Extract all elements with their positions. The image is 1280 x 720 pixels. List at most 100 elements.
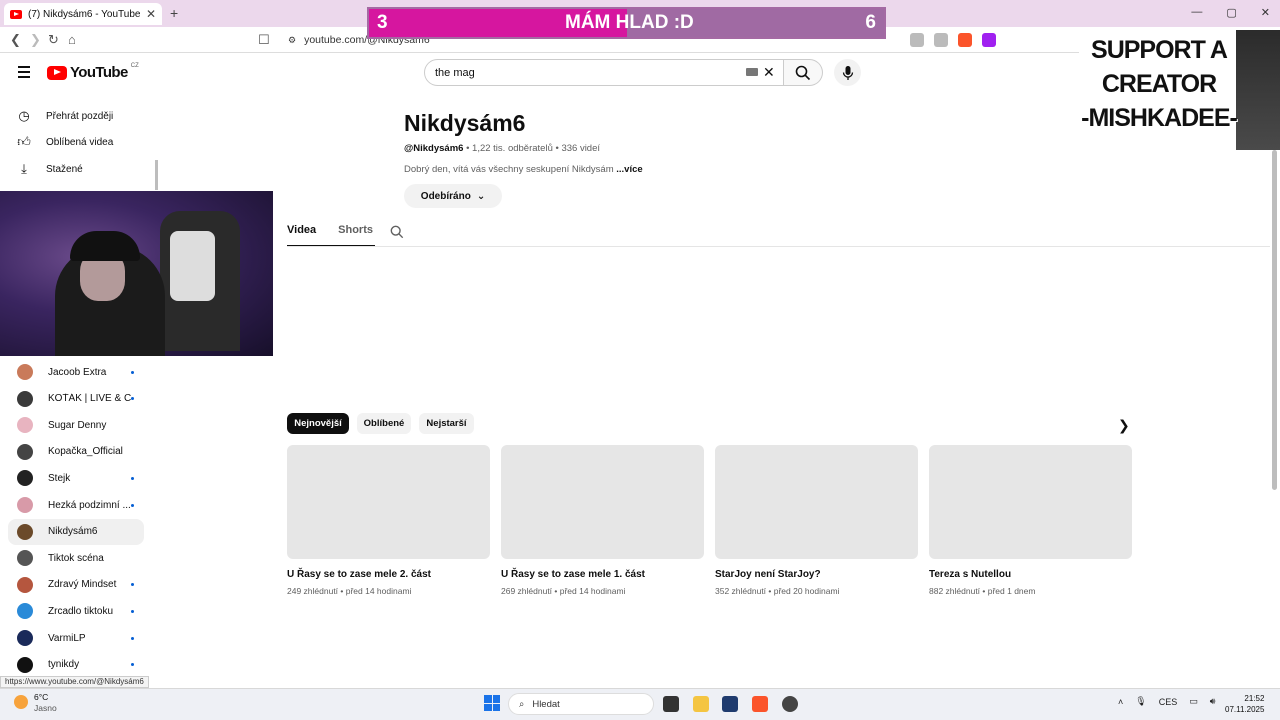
chip-popular[interactable]: Oblíbené [357,413,411,434]
avatar [17,417,33,434]
channel-search-icon[interactable] [390,225,404,244]
avatar [17,364,33,380]
sidebar-subscription-item[interactable]: VarmiLP [8,625,144,651]
chevron-right-icon[interactable]: ❯ [1118,417,1130,434]
video-thumbnail[interactable] [715,445,918,559]
subscription-label: VarmiLP [48,632,86,644]
subscription-label: Nikdysám6 [48,526,98,538]
taskbar-clock[interactable]: 21:52 07.11.2025 [1225,693,1264,715]
channel-meta: @Nikdysám6 • 1,22 tis. odběratelů • 336 … [404,143,600,154]
video-title[interactable]: Tereza s Nutellou [929,569,1132,580]
sidebar-subscription-item[interactable]: Tiktok scéna [8,545,144,571]
back-icon[interactable]: ❮ [10,32,21,48]
channel-handle: @Nikdysám6 [404,143,464,154]
sidebar-subscription-item[interactable]: Nikdysám6 [8,518,144,545]
obs-icon[interactable] [782,696,798,712]
maximize-button[interactable]: ▢ [1226,6,1236,19]
windows-start-icon[interactable] [484,695,500,711]
reload-icon[interactable]: ↻ [48,32,59,48]
video-thumbnail[interactable] [287,445,490,559]
video-meta: 249 zhlédnutí • před 14 hodinami [287,586,412,596]
app-icon[interactable] [722,696,738,712]
chip-oldest[interactable]: Nejstarší [419,413,474,434]
video-card[interactable]: StarJoy není StarJoy? 352 zhlédnutí • př… [715,445,918,596]
new-content-dot [131,370,134,374]
brave-shield-icon[interactable] [958,33,972,47]
cast-icon[interactable] [910,33,924,47]
language-indicator[interactable]: CES [1159,697,1178,707]
new-content-dot [131,609,134,613]
video-thumbnail[interactable] [501,445,704,559]
sidebar-scrollbar[interactable] [155,160,158,190]
brave-browser-icon[interactable] [752,696,768,712]
keyboard-icon[interactable] [746,68,758,76]
tabs-divider [287,246,1270,247]
goal-text: MÁM HLAD :D [565,12,694,33]
sidebar-subscription-item[interactable]: Stejk [8,465,144,491]
youtube-logo[interactable]: YouTube CZ [47,63,139,81]
video-title[interactable]: U Řasy se to zase mele 1. část [501,569,704,580]
logo-text: YouTube [70,64,128,81]
tab-close-icon[interactable]: ✕ [146,7,156,21]
sidebar-subscription-item[interactable]: Hezká podzimní ... [8,492,144,518]
status-bar-url: https://www.youtube.com/@Nikdysám6 [0,676,149,688]
video-title[interactable]: StarJoy není StarJoy? [715,569,918,580]
taskbar-search[interactable]: ⌕ Hledat [508,693,654,715]
file-explorer-icon[interactable] [693,696,709,712]
video-card[interactable]: Tereza s Nutellou 882 zhlédnutí • před 1… [929,445,1132,596]
chip-newest[interactable]: Nejnovější [287,413,349,434]
goal-current: 3 [377,12,388,33]
close-icon[interactable]: ✕ [763,64,775,81]
home-icon[interactable]: ⌂ [68,32,76,47]
video-thumbnail[interactable] [929,445,1132,559]
search-input[interactable]: the mag [424,59,784,86]
weather-widget[interactable]: 6°C Jasno [14,692,57,714]
description-text: Dobrý den, vítá vás všechny seskupení Ni… [404,164,617,175]
voice-search-button[interactable] [834,59,861,86]
search-button[interactable] [784,59,823,86]
sidebar-subscription-item[interactable]: tynikdy [8,652,144,678]
channel-description[interactable]: Dobrý den, vítá vás všechny seskupení Ni… [404,164,643,175]
video-card[interactable]: U Řasy se to zase mele 2. část 249 zhléd… [287,445,490,596]
browser-tab[interactable]: (7) Nikdysám6 - YouTube ✕ [4,3,162,25]
sidebar-subscription-item[interactable]: Sugar Denny [8,412,144,438]
more-link[interactable]: ...více [616,164,642,175]
sidebar-item-downloads[interactable]: ⤓ Stažené [0,156,150,182]
mic-icon [842,65,853,80]
gaming-chair-panel [170,231,215,301]
sidebar-item-watch-later[interactable]: ◷ Přehrát později [0,103,150,129]
mic-icon[interactable]: 🎙︎ [1135,696,1146,707]
bookmark-icon[interactable]: ☐ [258,32,270,48]
tab-shorts[interactable]: Shorts [338,224,373,246]
share-icon[interactable] [934,33,948,47]
page-scrollbar[interactable] [1272,150,1277,490]
streamer-cap [70,231,140,261]
forward-icon[interactable]: ❯ [30,32,41,48]
sidebar-subscription-item[interactable]: Zrcadlo tiktoku [8,598,144,624]
volume-icon[interactable]: 🔊︎ [1210,696,1216,707]
sidebar-subscription-item[interactable]: Kopačka_Official [8,439,144,465]
tab-videos[interactable]: Videa [287,224,316,246]
close-window-button[interactable]: ✕ [1261,6,1270,19]
network-icon[interactable]: ▭ [1189,696,1198,707]
sidebar-subscription-item[interactable]: Zdravý Mindset [8,572,144,598]
sidebar-subscription-item[interactable]: KOŤÁK | LIVE & C... [8,386,144,412]
sidebar-subscription-item[interactable]: Jacoob Extra [8,359,144,385]
brave-rewards-icon[interactable] [982,33,996,47]
search-icon [795,65,811,80]
subscription-label: Sugar Denny [48,419,107,431]
chevron-up-icon[interactable]: ˄ [1118,697,1123,707]
video-card[interactable]: U Řasy se to zase mele 1. část 269 zhléd… [501,445,704,596]
sidebar-item-label: Oblíbená videa [46,136,114,148]
site-info-icon[interactable]: ⚙ [288,35,296,46]
task-view-icon[interactable] [663,696,679,712]
sidebar-item-liked[interactable]: 👍︎ Oblíbená videa [0,129,150,155]
new-tab-button[interactable]: + [170,5,178,21]
avatar [17,390,33,407]
video-meta: 882 zhlédnutí • před 1 dnem [929,586,1036,596]
video-title[interactable]: U Řasy se to zase mele 2. část [287,569,490,580]
subscription-label: Zdravý Mindset [48,579,117,591]
hamburger-menu-icon[interactable] [18,66,30,78]
subscribed-button[interactable]: Odebíráno ⌄ [404,184,502,208]
minimize-button[interactable]: — [1191,6,1202,19]
